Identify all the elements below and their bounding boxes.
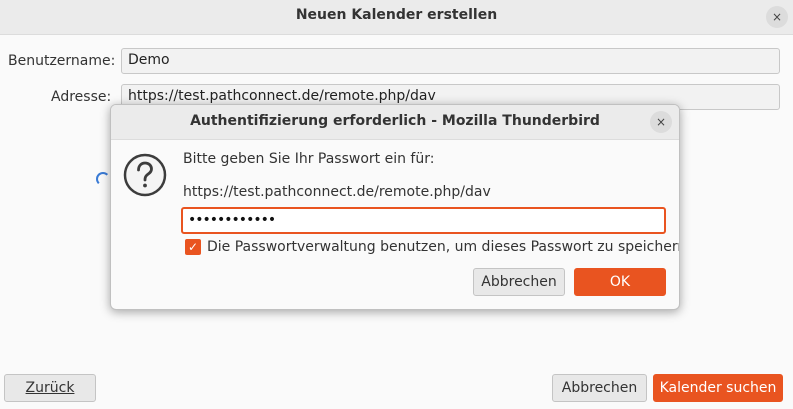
dialog-prompt: Bitte geben Sie Ihr Passwort ein für: [183,151,435,167]
back-button[interactable]: Zurück [4,374,96,402]
save-password-label[interactable]: Die Passwortverwaltung benutzen, um dies… [207,239,679,255]
address-label: Adresse: [51,89,112,105]
save-password-checkbox[interactable]: ✓ [185,239,201,255]
password-input[interactable]: •••••••••••• [181,207,666,234]
dialog-title: Authentifizierung erforderlich - Mozilla… [190,113,600,129]
username-field[interactable]: Demo [121,48,780,74]
window-title: Neuen Kalender erstellen [295,7,498,23]
dialog-ok-button[interactable]: OK [574,268,666,296]
auth-dialog: Authentifizierung erforderlich - Mozilla… [110,104,680,310]
question-icon [123,153,167,197]
cancel-button[interactable]: Abbrechen [552,374,647,402]
dialog-url: https://test.pathconnect.de/remote.php/d… [183,184,491,200]
dialog-titlebar: Authentifizierung erforderlich - Mozilla… [111,105,679,140]
search-calendar-button[interactable]: Kalender suchen [653,374,783,402]
loading-spinner-icon [96,172,110,186]
window-close-button[interactable]: × [766,6,788,28]
dialog-close-button[interactable]: × [650,111,672,133]
window-titlebar: Neuen Kalender erstellen × [0,0,793,35]
username-label: Benutzername: [8,53,116,69]
dialog-cancel-button[interactable]: Abbrechen [473,268,565,296]
